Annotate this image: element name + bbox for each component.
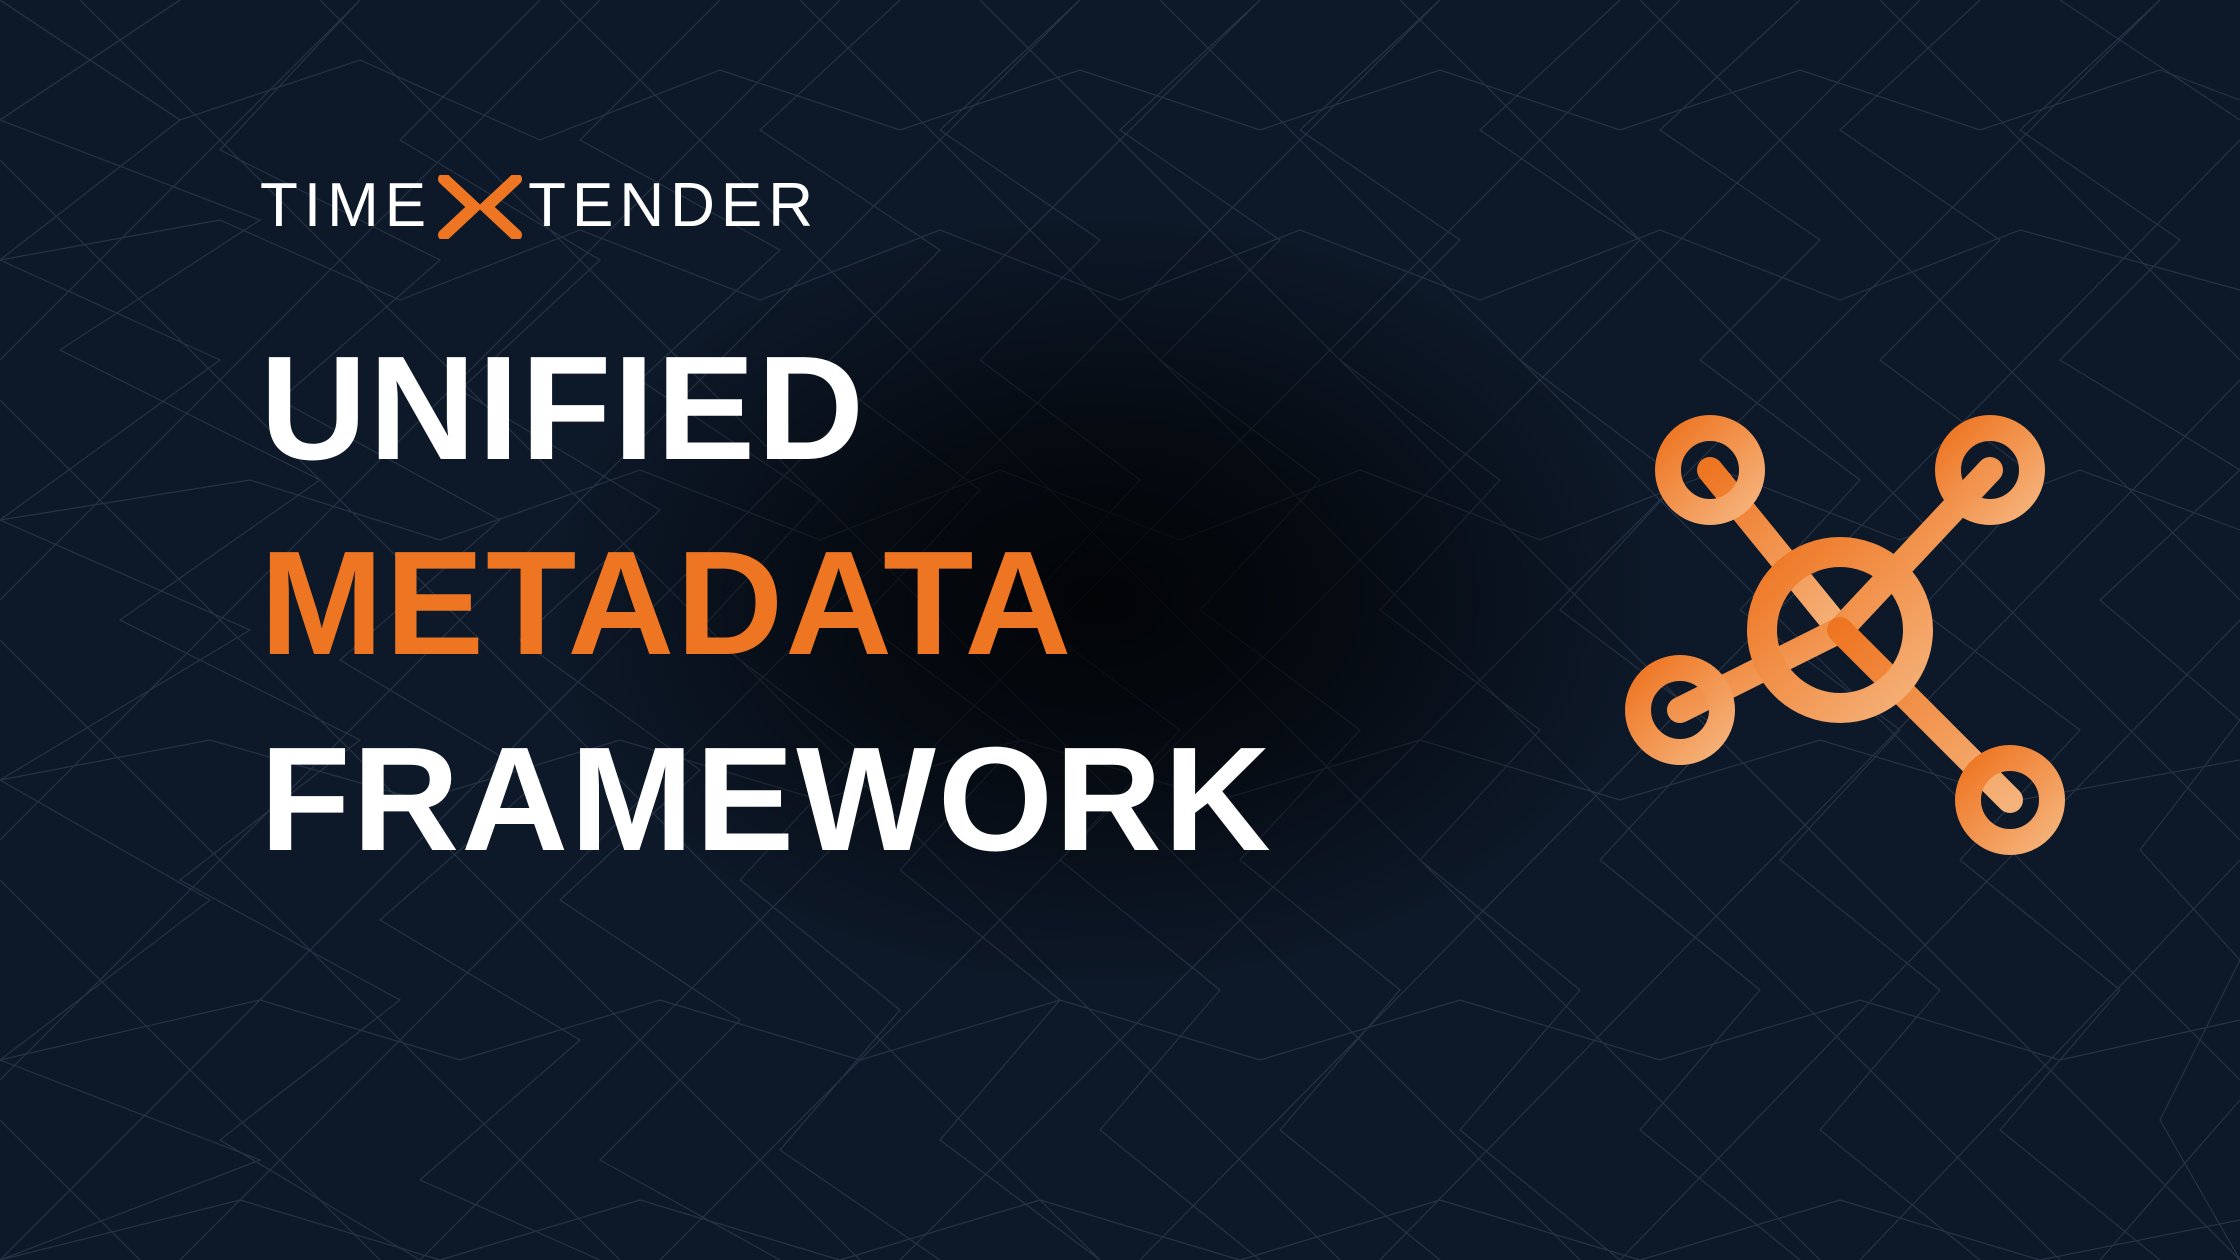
network-graph-icon bbox=[1590, 380, 2090, 880]
brand-x-icon bbox=[438, 175, 522, 244]
hero-content: TIME TENDER UNIFIED METADATA FRAMEWORK bbox=[260, 170, 1273, 897]
headline-line-1: UNIFIED bbox=[260, 311, 1273, 506]
headline: UNIFIED METADATA FRAMEWORK bbox=[260, 311, 1273, 897]
headline-line-2: METADATA bbox=[260, 506, 1273, 701]
brand-word-left: TIME bbox=[260, 170, 432, 241]
headline-line-3: FRAMEWORK bbox=[260, 702, 1273, 897]
brand-logo: TIME TENDER bbox=[260, 170, 1273, 241]
brand-word-right: TENDER bbox=[528, 170, 819, 241]
